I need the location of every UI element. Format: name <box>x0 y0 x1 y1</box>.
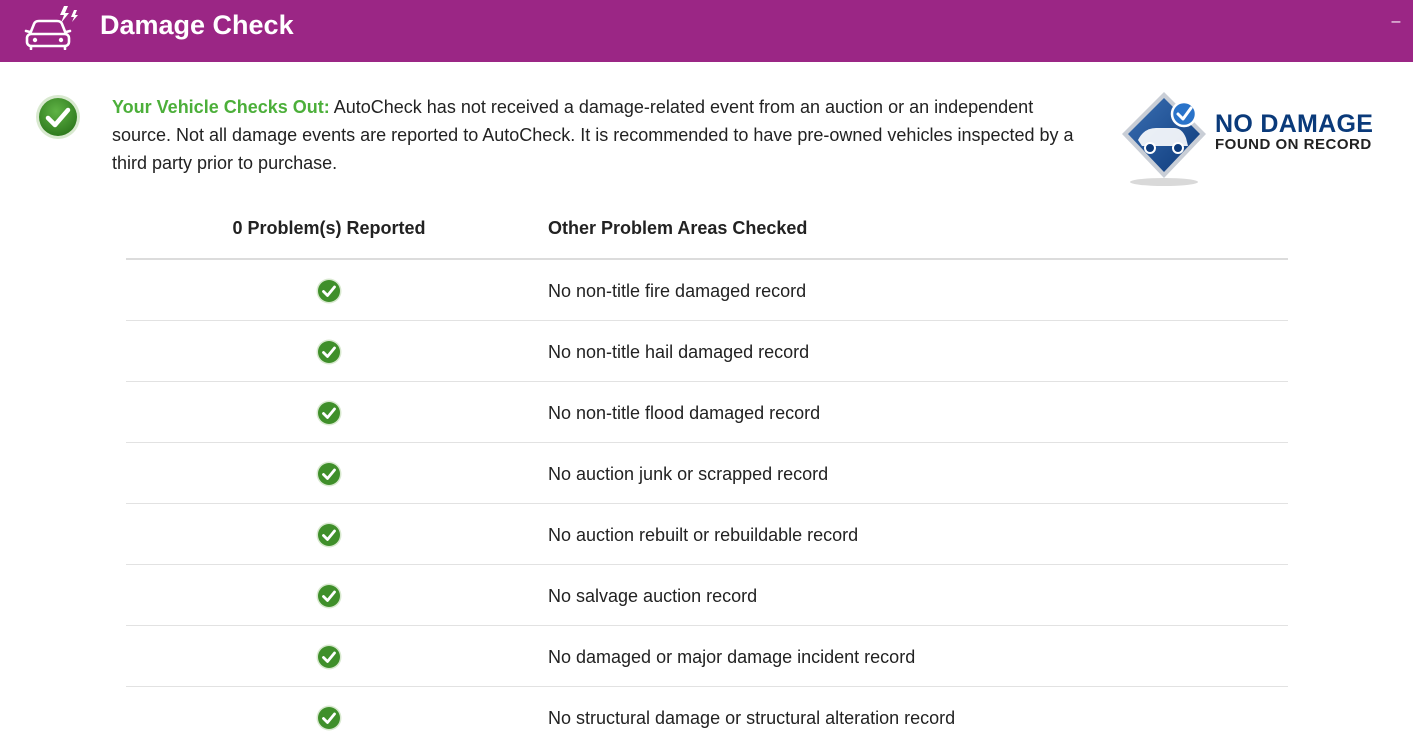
row-label: No non-title flood damaged record <box>548 403 821 423</box>
row-label: No auction rebuilt or rebuildable record <box>548 525 859 545</box>
check-circle-icon <box>316 400 342 426</box>
table-row: No auction rebuilt or rebuildable record <box>126 504 1288 565</box>
table-row: No damaged or major damage incident reco… <box>126 626 1288 687</box>
row-label: No non-title fire damaged record <box>548 281 807 301</box>
check-circle-icon <box>316 461 342 487</box>
table-header: 0 Problem(s) Reported Other Problem Area… <box>126 198 1288 260</box>
check-circle-icon <box>316 278 342 304</box>
summary-message: Your Vehicle Checks Out: AutoCheck has n… <box>112 93 1092 177</box>
table-row: No structural damage or structural alter… <box>126 687 1288 747</box>
check-circle-icon <box>316 644 342 670</box>
row-label: No structural damage or structural alter… <box>548 708 956 728</box>
damaged-car-icon <box>24 6 78 50</box>
check-circle-icon <box>316 339 342 365</box>
check-circle-icon <box>316 583 342 609</box>
collapse-button[interactable]: – <box>1389 12 1403 32</box>
no-damage-shield-icon <box>1122 92 1206 186</box>
problems-reported-header: 0 Problem(s) Reported <box>232 218 426 238</box>
check-circle-icon <box>316 705 342 731</box>
table-body: No non-title fire damaged record No non-t… <box>126 260 1288 747</box>
damage-check-table: 0 Problem(s) Reported Other Problem Area… <box>126 198 1288 747</box>
table-row: No non-title flood damaged record <box>126 382 1288 443</box>
table-row: No auction junk or scrapped record <box>126 443 1288 504</box>
badge-subtitle: FOUND ON RECORD <box>1215 136 1372 153</box>
row-label: No damaged or major damage incident reco… <box>548 647 916 667</box>
check-circle-icon <box>36 95 80 139</box>
row-label: No auction junk or scrapped record <box>548 464 829 484</box>
section-title: Damage Check <box>100 10 294 40</box>
table-row: No non-title fire damaged record <box>126 260 1288 321</box>
summary-lead: Your Vehicle Checks Out: <box>112 97 330 117</box>
table-row: No non-title hail damaged record <box>126 321 1288 382</box>
check-circle-icon <box>316 522 342 548</box>
row-label: No salvage auction record <box>548 586 758 606</box>
row-label: No non-title hail damaged record <box>548 342 810 362</box>
areas-checked-header: Other Problem Areas Checked <box>548 218 808 238</box>
badge-title: NO DAMAGE <box>1215 110 1374 138</box>
no-damage-badge: NO DAMAGE FOUND ON RECORD <box>1118 88 1388 188</box>
section-header: Damage Check – <box>0 0 1413 62</box>
table-row: No salvage auction record <box>126 565 1288 626</box>
